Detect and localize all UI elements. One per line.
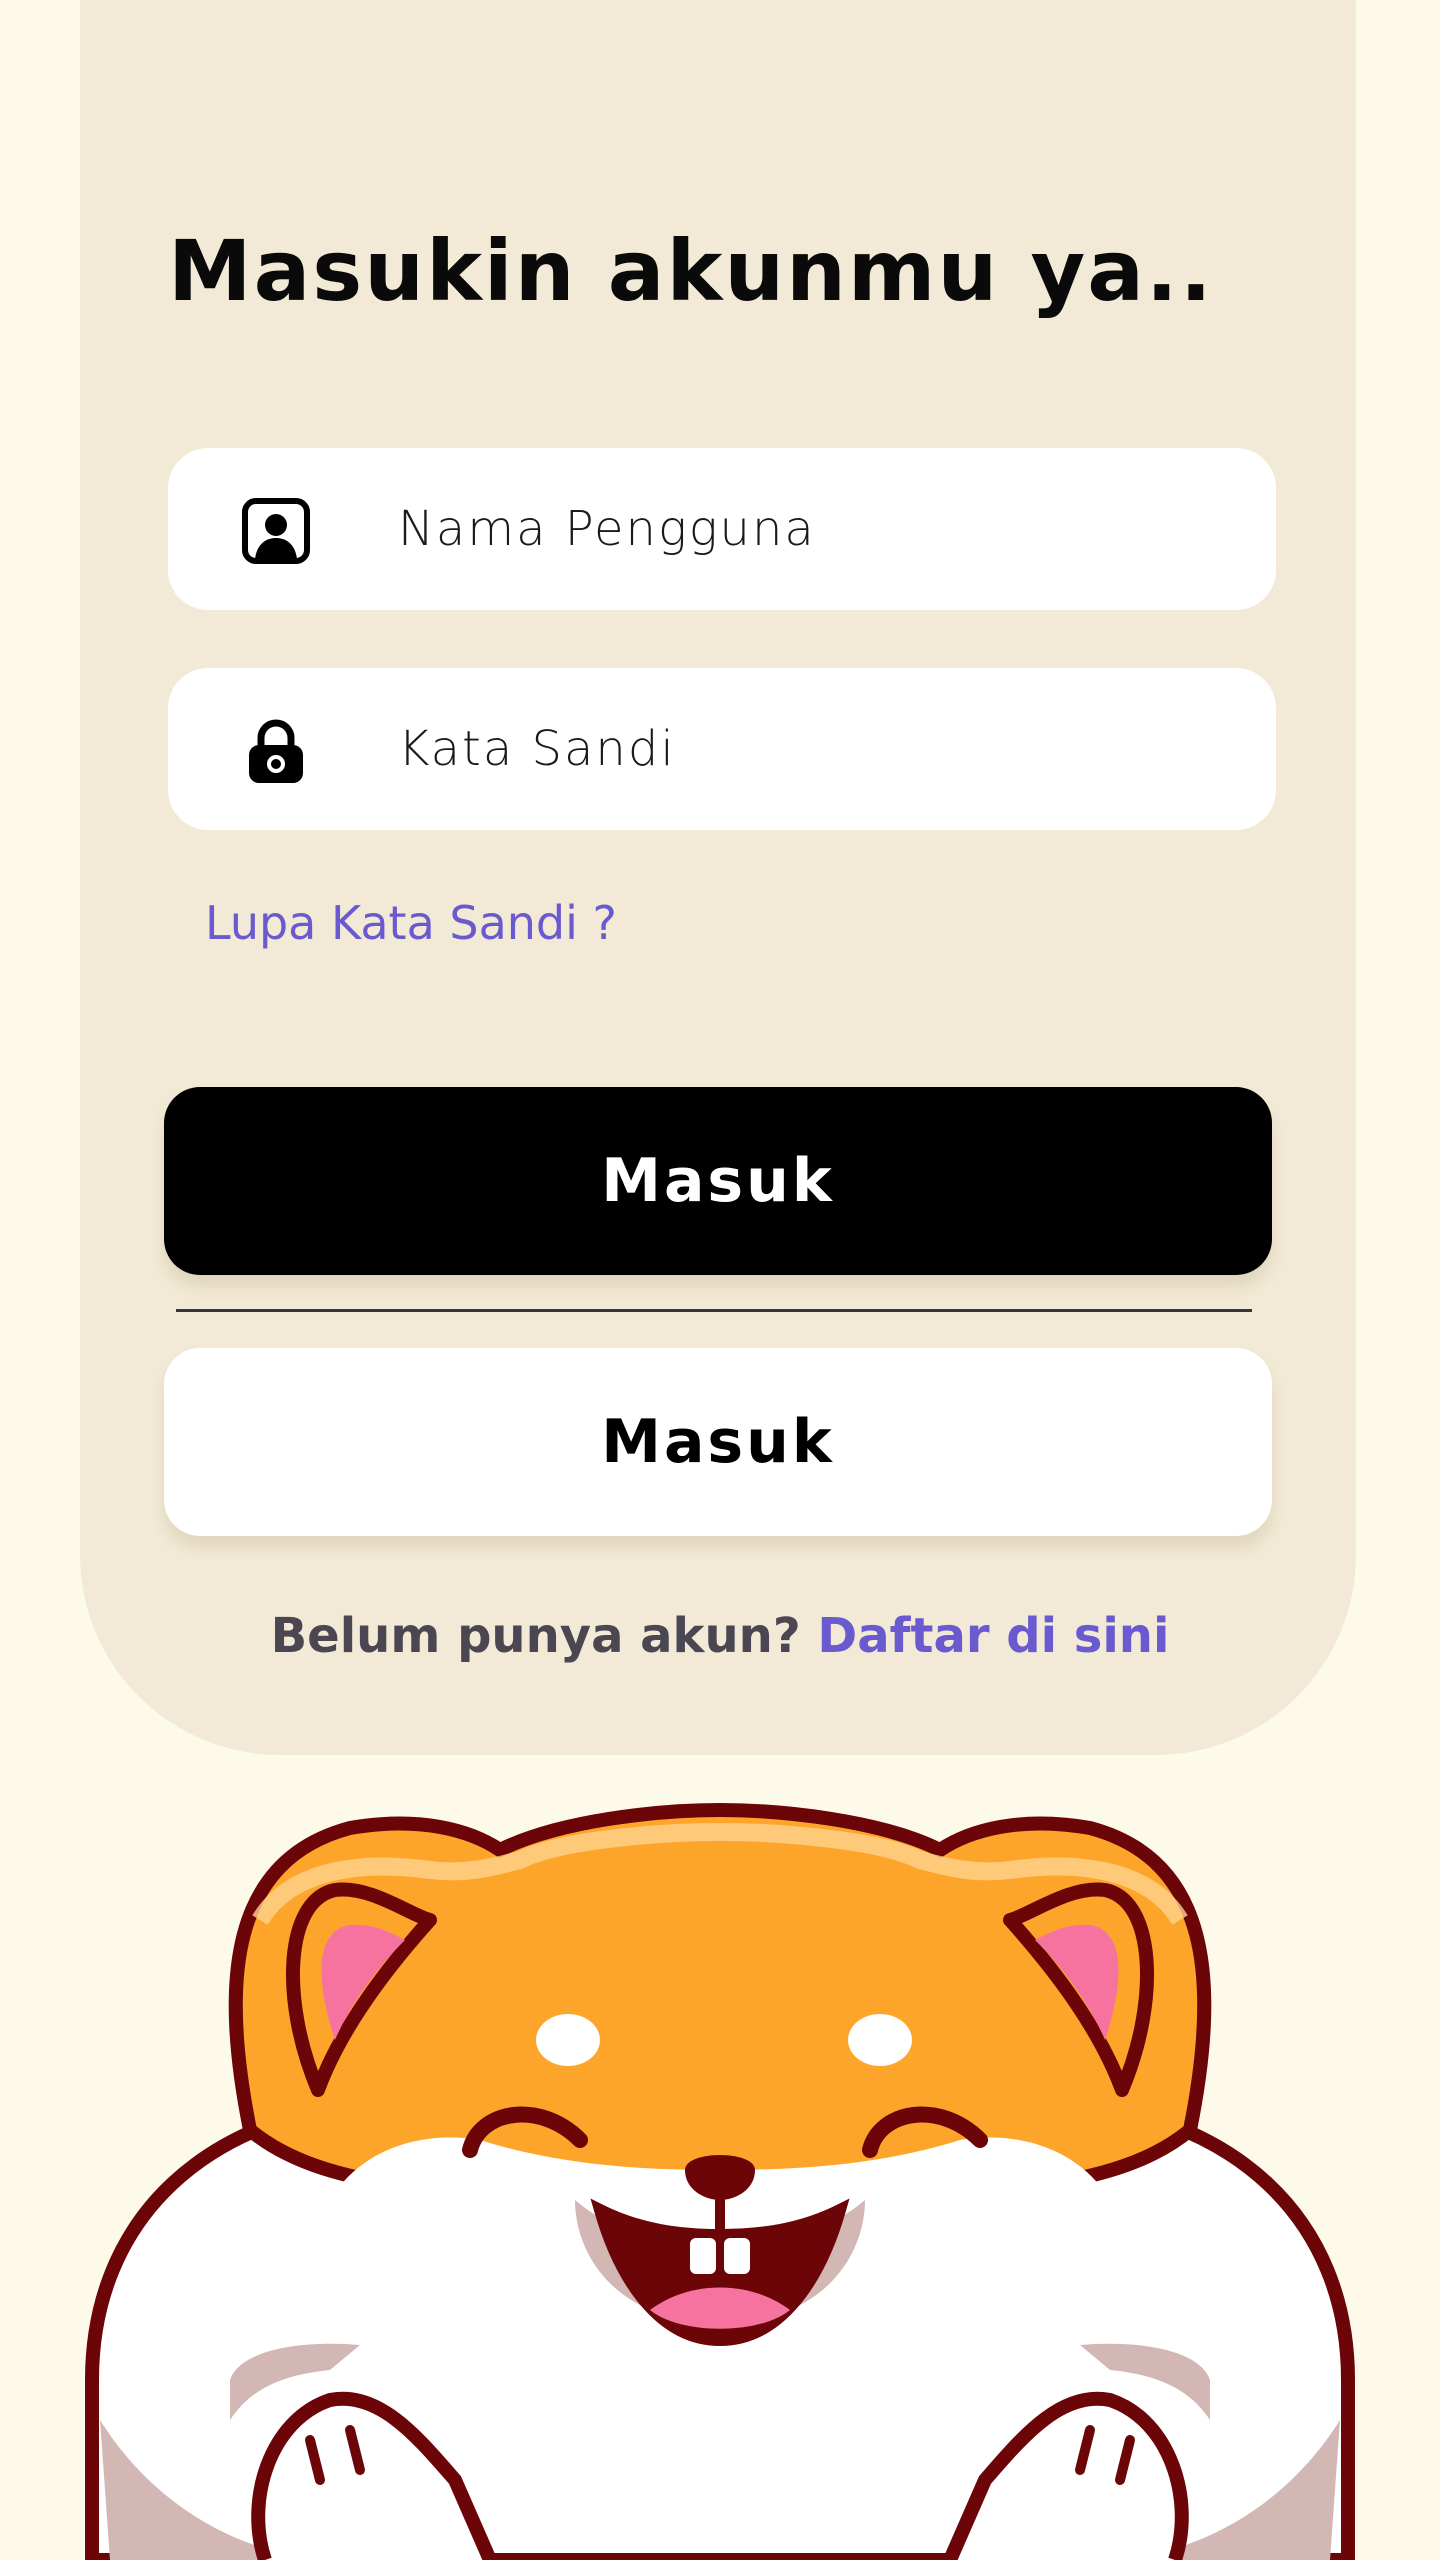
shiba-dog-illustration	[85, 1802, 1355, 2560]
forgot-password-link[interactable]: Lupa Kata Sandi ?	[205, 896, 617, 950]
divider	[176, 1309, 1252, 1312]
user-portrait-icon	[242, 498, 310, 564]
username-field[interactable]	[168, 448, 1276, 610]
alt-login-button[interactable]: Masuk	[164, 1348, 1272, 1536]
page-title: Masukin akunmu ya..	[168, 222, 1214, 320]
password-field[interactable]	[168, 668, 1276, 830]
password-input[interactable]	[398, 708, 1218, 790]
signup-prompt-text: Belum punya akun?	[270, 1608, 801, 1664]
login-button[interactable]: Masuk	[164, 1087, 1272, 1275]
signup-link[interactable]: Daftar di sini	[817, 1608, 1169, 1664]
signup-prompt: Belum punya akun? Daftar di sini	[0, 1608, 1440, 1664]
lock-icon	[249, 719, 303, 783]
username-input[interactable]	[398, 488, 1218, 570]
